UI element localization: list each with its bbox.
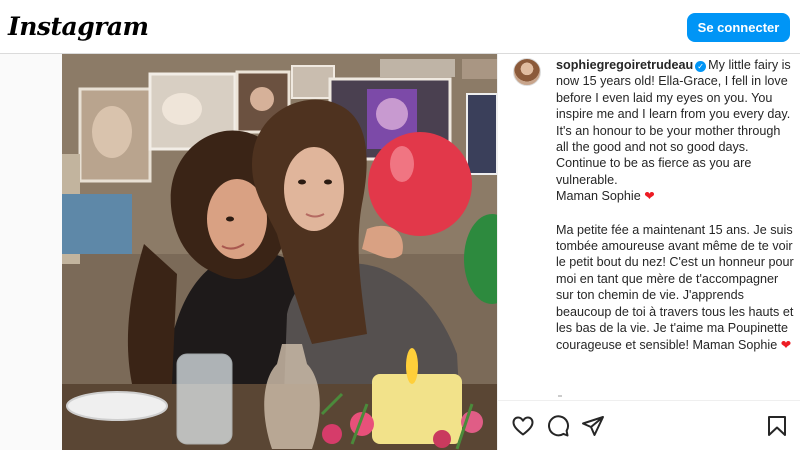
post-sidebar: sophiegregoiretrudeau ✓ My little fairy is… xyxy=(497,54,800,450)
bookmark-icon[interactable] xyxy=(765,414,789,438)
comment-icon[interactable] xyxy=(546,414,570,438)
red-heart-emoji-icon: ❤ xyxy=(780,337,792,352)
red-heart-emoji-icon: ❤ xyxy=(644,189,655,204)
author-avatar[interactable] xyxy=(513,58,541,86)
caption-scroll-indicator xyxy=(558,395,562,397)
paper-plane-icon[interactable] xyxy=(581,414,605,438)
post-caption: sophiegregoiretrudeau ✓ My little fairy is… xyxy=(556,57,796,353)
caption-french-paragraph: Ma petite fée a maintenant 15 ans. Je su… xyxy=(556,222,796,353)
caption-english-text: My little fairy is now 15 years old! Ell… xyxy=(556,58,791,204)
photo-illustration xyxy=(62,54,497,450)
verified-badge-icon: ✓ xyxy=(695,61,707,72)
post-photo[interactable] xyxy=(62,54,497,450)
top-navigation-bar: Instagram Se connecter xyxy=(0,0,800,54)
caption-french-text: Ma petite fée a maintenant 15 ans. Je su… xyxy=(556,222,794,352)
heart-outline-icon[interactable] xyxy=(511,414,535,438)
post-container: sophiegregoiretrudeau ✓ My little fairy is… xyxy=(62,54,800,450)
login-button[interactable]: Se connecter xyxy=(687,13,790,42)
author-username[interactable]: sophiegregoiretrudeau xyxy=(556,58,693,72)
caption-area: sophiegregoiretrudeau ✓ My little fairy is… xyxy=(498,54,800,400)
caption-english-paragraph: sophiegregoiretrudeau ✓ My little fairy is… xyxy=(556,57,796,205)
instagram-logo[interactable]: Instagram xyxy=(8,12,149,41)
post-actions-bar xyxy=(498,400,800,450)
